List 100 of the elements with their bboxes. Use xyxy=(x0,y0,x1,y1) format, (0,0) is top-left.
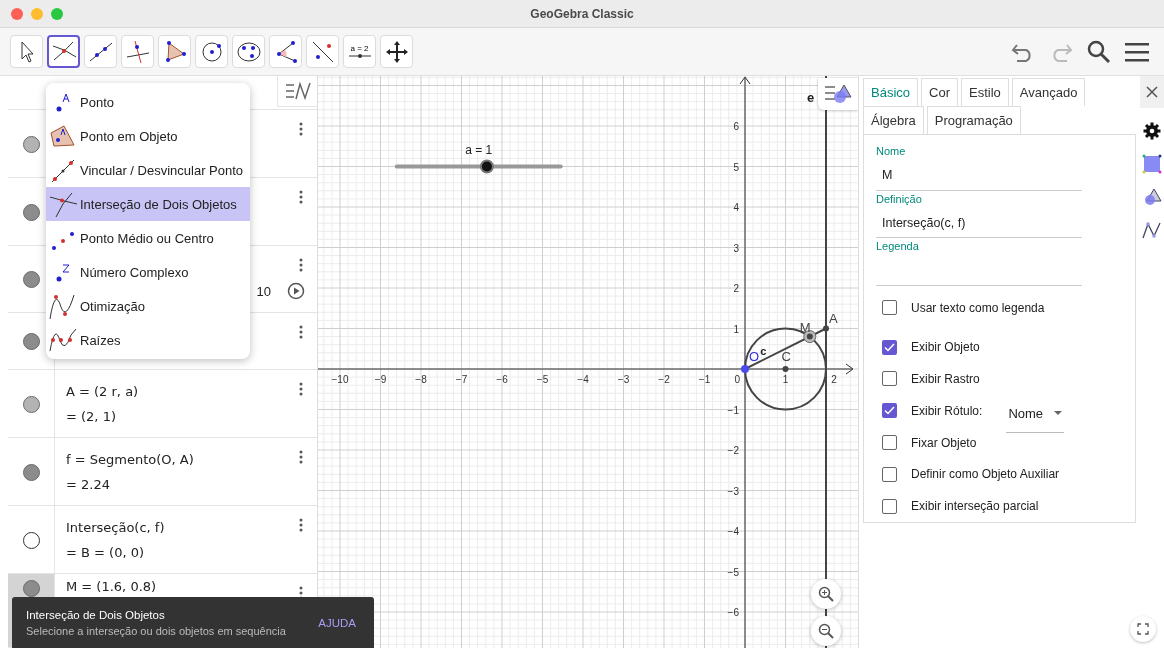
checkbox-label: Exibir Rastro xyxy=(911,372,980,386)
visibility-toggle[interactable] xyxy=(22,333,40,350)
menu-item[interactable]: Interseção de Dois Objetos xyxy=(46,187,250,221)
object-label: A xyxy=(829,310,838,326)
tool-button[interactable] xyxy=(47,35,80,68)
tick-label: 0 xyxy=(734,374,740,385)
text-field[interactable]: Interseção(c, f) xyxy=(876,204,1082,239)
complex-point-icon xyxy=(56,262,70,282)
checkbox[interactable] xyxy=(882,498,897,514)
zoom-out-icon xyxy=(818,623,834,639)
properties-tab[interactable]: Álgebra xyxy=(863,106,924,134)
zoom-in-icon xyxy=(818,586,834,602)
checkbox[interactable] xyxy=(882,339,897,355)
tick-label: −8 xyxy=(415,374,427,385)
selected-point xyxy=(803,330,817,344)
checkbox[interactable] xyxy=(882,371,897,387)
object-label: O xyxy=(749,349,760,364)
point xyxy=(741,365,749,373)
menu-item[interactable]: Ponto em Objeto xyxy=(46,119,250,153)
close-button[interactable] xyxy=(1140,76,1164,108)
visibility-toggle[interactable] xyxy=(22,531,40,549)
tick-label: −6 xyxy=(496,374,508,385)
algebra-expression: = B = (0, 0) xyxy=(66,544,145,560)
tick-label: −3 xyxy=(727,485,739,497)
tick-label: −9 xyxy=(374,374,387,385)
tick-label: −2 xyxy=(658,374,670,385)
menu-item[interactable]: Ponto xyxy=(46,85,250,119)
graphics-style-button[interactable] xyxy=(818,78,858,110)
algebra-style-button[interactable] xyxy=(277,76,317,107)
checkbox[interactable] xyxy=(882,466,897,482)
tick-label: 4 xyxy=(733,202,739,213)
more-icon[interactable] xyxy=(299,450,303,464)
properties-tab[interactable]: Estilo xyxy=(961,78,1009,106)
tick-label: −1 xyxy=(727,404,739,416)
checkbox[interactable] xyxy=(882,300,897,316)
checkbox[interactable] xyxy=(882,435,897,451)
tick-label: 5 xyxy=(733,161,739,173)
visibility-toggle[interactable] xyxy=(22,271,40,288)
properties-tab[interactable]: Avançado xyxy=(1011,78,1086,106)
tool-button[interactable]: a = 2 xyxy=(343,35,376,68)
slider-max: 10 xyxy=(256,283,271,299)
play-button[interactable] xyxy=(287,282,305,300)
more-icon[interactable] xyxy=(299,518,303,532)
toast-message: Selecione a interseção ou dois objetos em sequência xyxy=(26,624,286,637)
menu-icon xyxy=(1125,41,1149,62)
checkbox-label: Fixar Objeto xyxy=(911,435,977,450)
visibility-toggle[interactable] xyxy=(22,203,40,221)
settings-icon[interactable] xyxy=(1143,122,1161,140)
algebra-expression: M = (1.6, 0.8) xyxy=(66,579,157,594)
graphics-view-icon[interactable] xyxy=(1142,154,1162,174)
properties-tab[interactable]: Básico xyxy=(863,78,919,106)
toast-title: Interseção de Dois Objetos xyxy=(26,608,165,621)
checkbox-label: Definir como Objeto Auxiliar xyxy=(911,467,1060,482)
canvas-slider[interactable] xyxy=(394,159,563,174)
checkbox[interactable] xyxy=(882,403,897,419)
more-icon[interactable] xyxy=(299,122,303,136)
more-icon[interactable] xyxy=(299,325,303,339)
lines-graph-icon xyxy=(284,81,311,101)
tick-label: 1 xyxy=(733,323,739,335)
object-label: e xyxy=(807,89,815,105)
checkbox-label: Usar texto como legenda xyxy=(911,300,1045,315)
menu-item[interactable]: Número Complexo xyxy=(46,255,250,289)
checkbox-label: Exibir Objeto xyxy=(911,340,980,355)
field-label: Definição xyxy=(876,192,922,205)
fullscreen-button[interactable] xyxy=(1130,616,1156,642)
checkbox-label: Exibir interseção parcial xyxy=(911,499,1039,514)
visibility-toggle[interactable] xyxy=(22,463,40,481)
label-dropdown[interactable]: Nome xyxy=(1006,398,1065,433)
tick-label: −10 xyxy=(331,374,349,385)
visibility-toggle[interactable] xyxy=(22,395,40,413)
tick-label: −5 xyxy=(536,374,549,385)
fullscreen-icon xyxy=(1137,623,1149,635)
menu-item[interactable]: Raízes xyxy=(46,323,250,357)
point xyxy=(782,366,789,372)
graph-curve-icon[interactable] xyxy=(1142,220,1162,240)
geometry-icon[interactable] xyxy=(1142,188,1162,206)
object-label: M xyxy=(799,319,811,335)
window-title: GeoGebra Classic xyxy=(530,6,634,21)
tick-label: −6 xyxy=(727,607,739,618)
menu-item[interactable]: Vincular / Desvincular Ponto xyxy=(46,153,250,187)
check-icon xyxy=(884,342,895,352)
algebra-expression: A = (2 r, a) xyxy=(66,383,139,399)
more-icon[interactable] xyxy=(299,382,303,396)
tick-label: −7 xyxy=(455,374,468,385)
properties-tab[interactable]: Cor xyxy=(921,78,958,106)
close-light[interactable] xyxy=(11,8,23,20)
text-field[interactable]: M xyxy=(876,157,1082,191)
visibility-toggle[interactable] xyxy=(22,580,40,597)
checkbox-label: Exibir Rótulo: xyxy=(911,403,983,418)
algebra-expression: f = Segmento(O, A) xyxy=(66,451,194,467)
slider-label: a = 1 xyxy=(465,142,493,157)
style-bar-icon xyxy=(824,83,852,105)
visibility-toggle[interactable] xyxy=(22,135,40,153)
tick-label: −3 xyxy=(617,374,630,385)
properties-tab[interactable]: Programação xyxy=(926,106,1021,134)
menu-item[interactable]: Ponto Médio ou Centro xyxy=(46,221,250,255)
tick-label: 2 xyxy=(831,374,837,385)
menu-item[interactable]: Otimização xyxy=(46,289,250,323)
more-icon[interactable] xyxy=(299,258,303,272)
more-icon[interactable] xyxy=(299,190,303,204)
